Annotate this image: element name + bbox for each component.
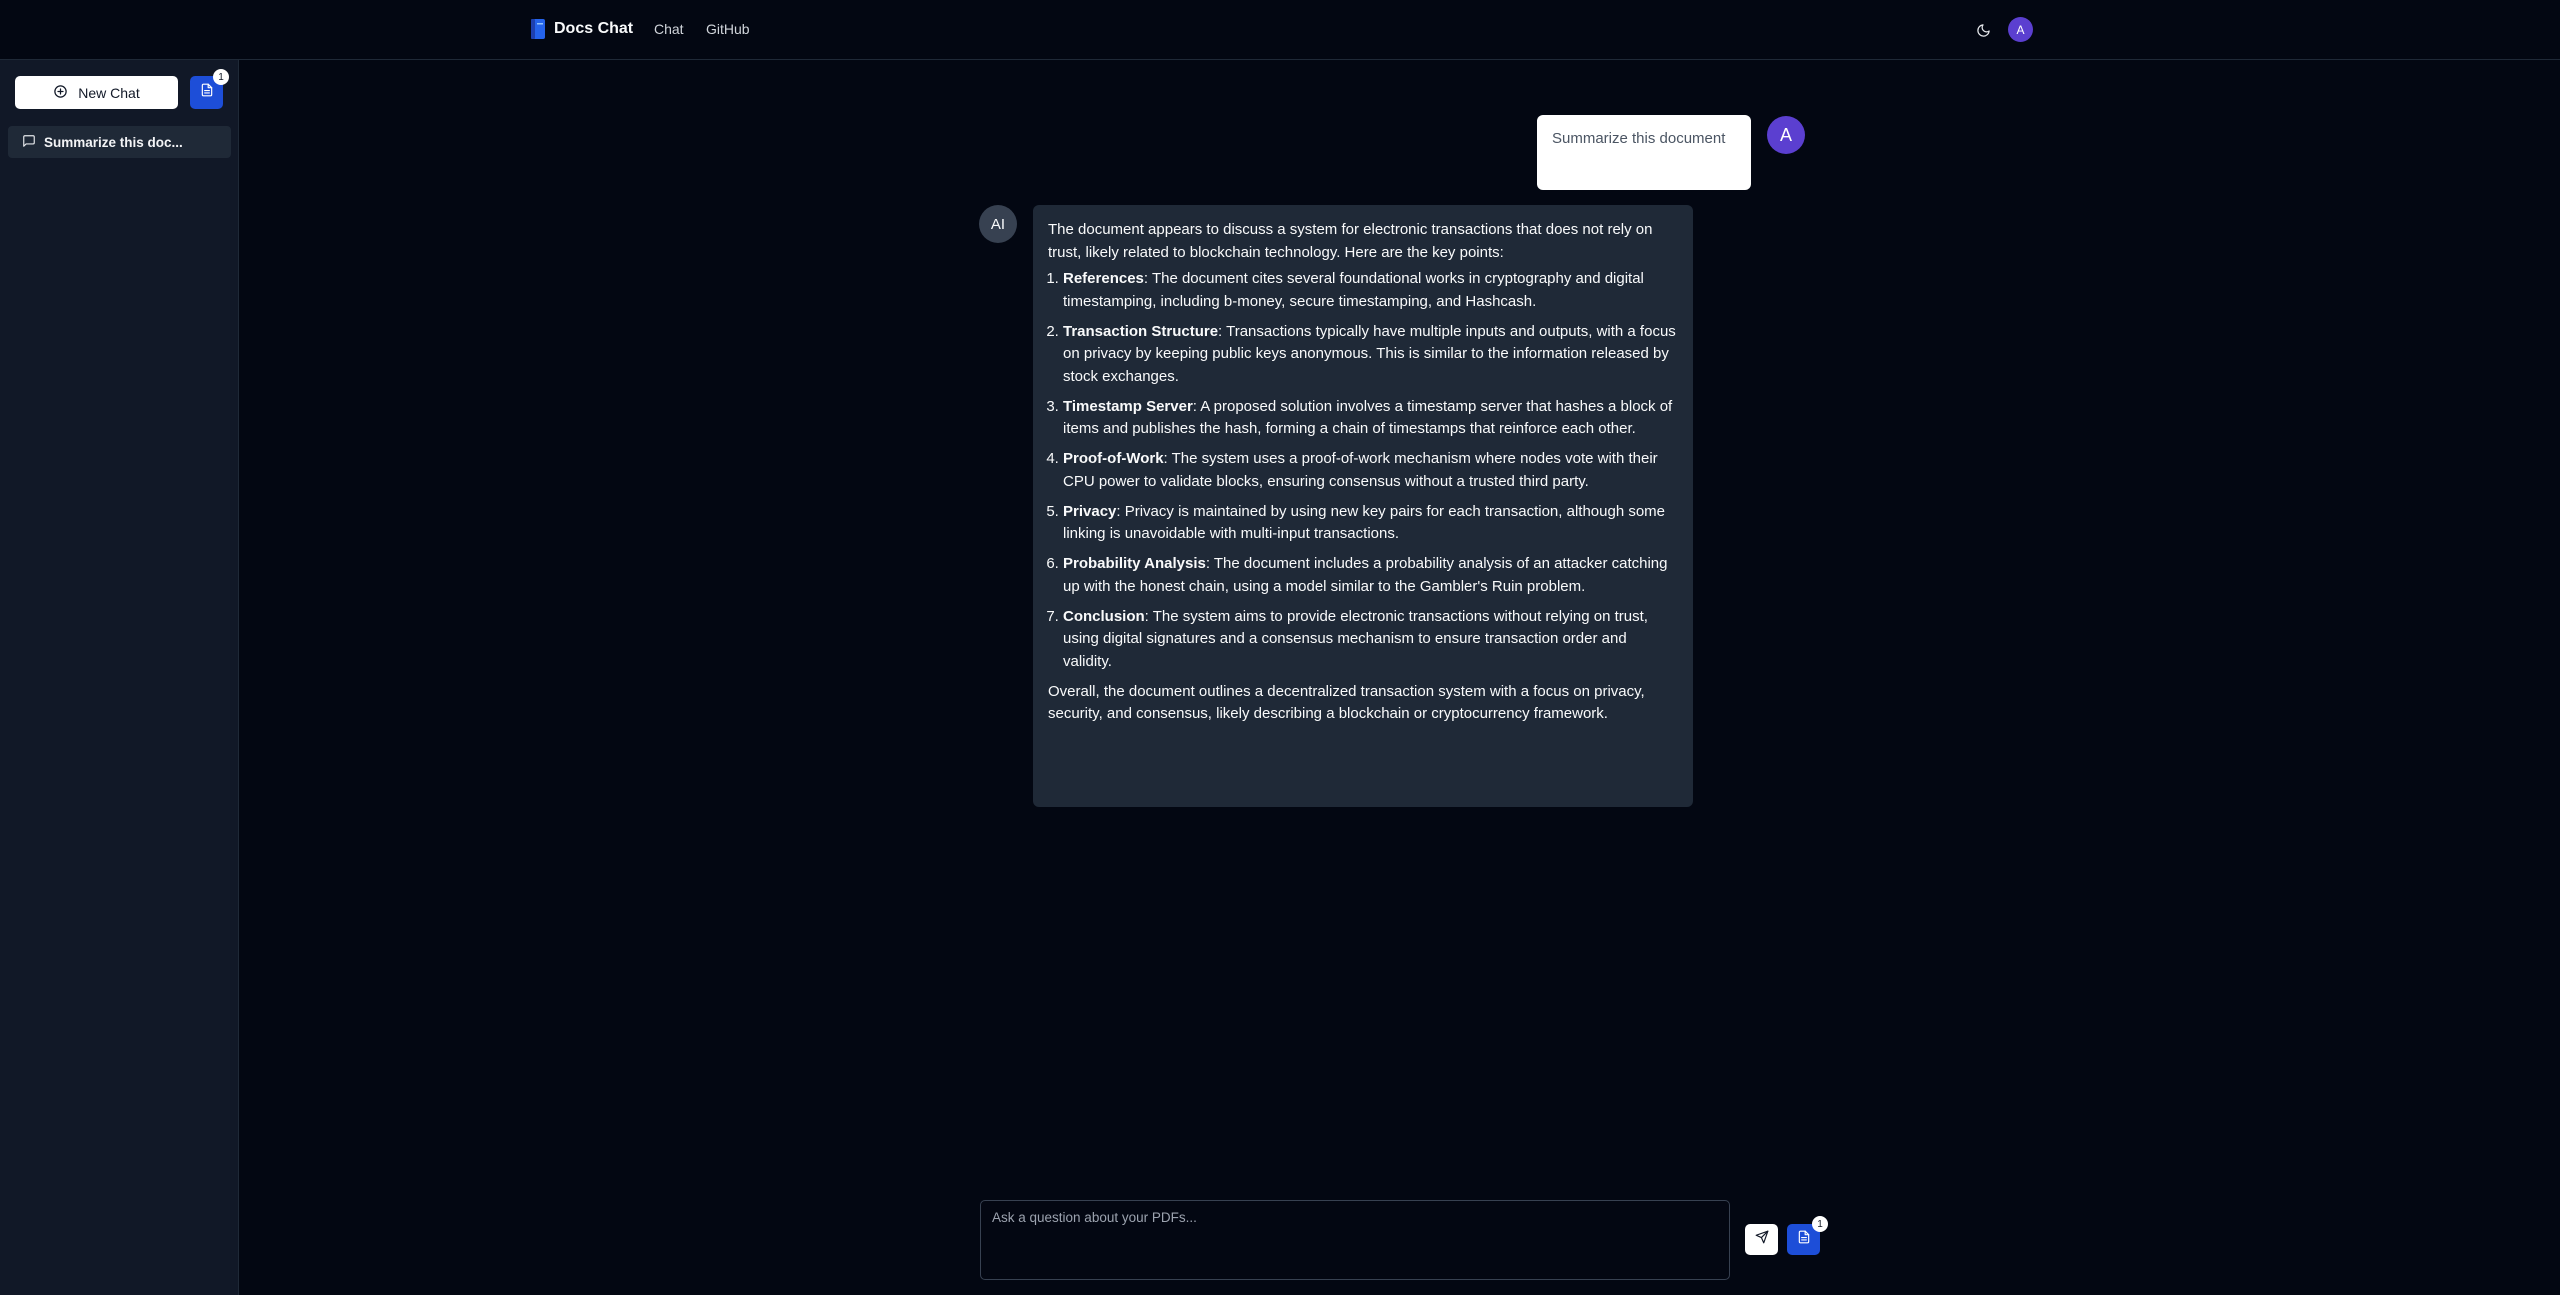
plus-circle-icon — [53, 84, 68, 102]
point-title: Conclusion — [1063, 607, 1145, 625]
brand[interactable]: Docs Chat — [530, 18, 633, 40]
documents-button[interactable]: 1 — [190, 69, 229, 109]
key-points-list: References: The document cites several f… — [1048, 268, 1678, 673]
top-header: Docs Chat Chat GitHub A — [0, 0, 2560, 60]
send-icon — [1755, 1230, 1769, 1249]
list-item: Conclusion: The system aims to provide e… — [1063, 606, 1678, 674]
user-message: Summarize this document — [1537, 115, 1751, 190]
list-item: Probability Analysis: The document inclu… — [1063, 553, 1678, 598]
point-title: Transaction Structure — [1063, 322, 1219, 340]
chat-history-item[interactable]: Summarize this doc... — [8, 126, 231, 158]
new-chat-button[interactable]: New Chat — [15, 76, 178, 109]
file-text-icon — [1797, 1230, 1811, 1249]
sidebar: New Chat 1 Summarize this doc... — [0, 60, 239, 1295]
point-text: : Privacy is maintained by using new key… — [1063, 502, 1666, 543]
point-title: Probability Analysis — [1063, 555, 1206, 572]
message-square-icon — [22, 134, 36, 151]
app-title: Docs Chat — [554, 20, 634, 37]
file-text-icon — [200, 83, 214, 102]
composer-documents-button[interactable]: 1 — [1787, 1216, 1828, 1255]
list-item: Privacy: Privacy is maintained by using … — [1063, 501, 1678, 546]
header-avatar[interactable]: A — [2008, 17, 2033, 42]
ai-summary: Overall, the document outlines a decentr… — [1048, 682, 1645, 723]
new-chat-label: New Chat — [78, 84, 140, 101]
list-item: Transaction Structure: Transactions typi… — [1063, 321, 1678, 389]
user-avatar: A — [1767, 116, 1805, 154]
point-text: : The system aims to provide electronic … — [1063, 607, 1648, 670]
ai-avatar: AI — [979, 205, 1017, 243]
chat-history-label: Summarize this doc... — [44, 134, 183, 150]
send-button[interactable] — [1745, 1224, 1778, 1255]
point-title: Proof-of-Work — [1063, 450, 1164, 467]
nav-chat-link[interactable]: Chat — [654, 21, 684, 37]
book-icon — [530, 18, 546, 40]
point-title: Timestamp Server — [1063, 397, 1193, 415]
question-input[interactable]: Ask a question about your PDFs... — [980, 1200, 1730, 1280]
point-text: : The document cites several foundationa… — [1063, 270, 1644, 310]
list-item: Proof-of-Work: The system uses a proof-o… — [1063, 448, 1678, 493]
ai-message: The document appears to discuss a system… — [1033, 205, 1693, 807]
moon-icon[interactable] — [1973, 20, 1993, 40]
documents-count-badge: 1 — [213, 69, 229, 85]
list-item: Timestamp Server: A proposed solution in… — [1063, 396, 1678, 441]
composer-documents-count-badge: 1 — [1812, 1216, 1828, 1232]
point-title: References — [1063, 270, 1144, 287]
ai-intro: The document appears to discuss a system… — [1048, 221, 1653, 261]
nav-github-link[interactable]: GitHub — [706, 21, 750, 37]
list-item: References: The document cites several f… — [1063, 268, 1678, 313]
point-title: Privacy — [1063, 502, 1117, 520]
